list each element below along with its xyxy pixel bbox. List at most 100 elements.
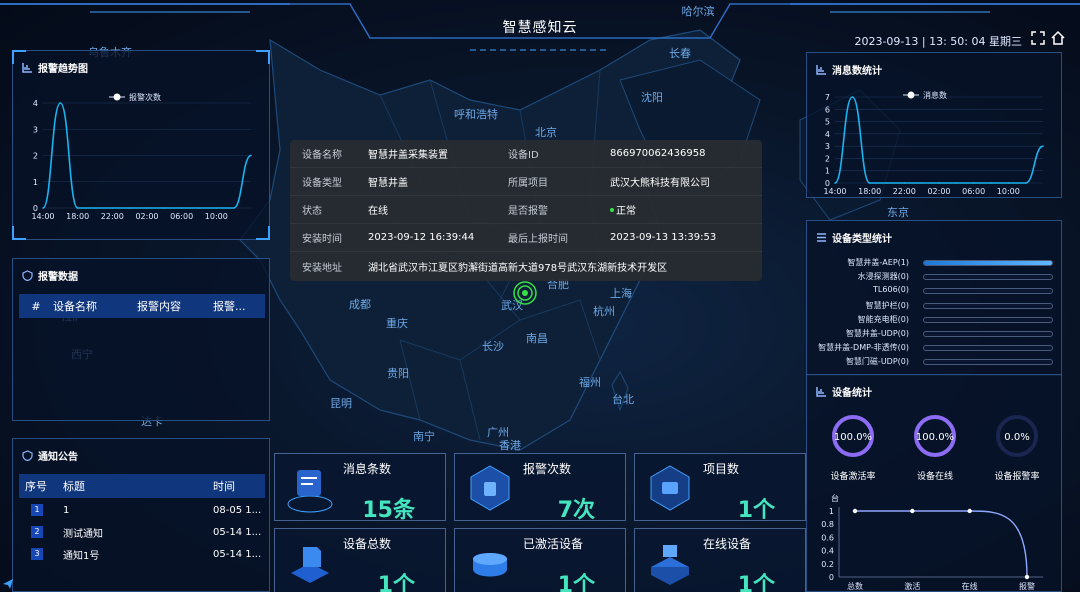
y-tick-label: 4 [825,130,830,139]
device-type-label: 智慧井盖-DMP-非透传(0) [818,343,909,353]
stat-label: 设备总数 [343,537,392,551]
device-type-bar [923,345,1053,352]
alarm-table-header: # 设备名称 报警内容 报警... [19,294,265,318]
y-tick-label: 0.8 [821,520,834,529]
map-label: 南宁 [413,430,435,443]
device-type-title: 设备类型统计 [832,234,892,245]
map-label: 台北 [612,393,634,406]
alarm-data-header: 报警数据 [22,268,78,283]
data-point [972,182,975,184]
stat-card-projects[interactable]: 项目数 1个 [634,453,806,523]
dashboard: 哈尔滨长春乌鲁木齐沈阳呼和浩特北京东京合肥上海成都武汉杭州重庆南昌长沙贵阳福州昆… [0,0,1080,592]
y-tick-label: 2 [33,152,38,161]
notice-row-no: 2 [31,526,43,538]
stat-value: 15条 [362,498,415,523]
chart-icon [816,387,826,397]
notice-row-no: 3 [31,548,43,560]
x-tick-label: 14:00 [823,187,846,196]
map-label: 长沙 [482,340,504,353]
home-icon[interactable] [1050,30,1066,46]
device-marker[interactable] [512,280,538,306]
device-type-label: 智能充电柜(0) [857,314,909,324]
stat-value: 1个 [377,573,415,592]
stat-card-alarms[interactable]: 报警次数 7次 [454,453,626,523]
stat-card-online[interactable]: 在线设备 1个 [634,528,806,592]
data-point [146,207,148,209]
data-point [910,508,915,514]
data-point [990,182,992,184]
data-point [232,207,235,209]
y-tick-label: 4 [33,99,38,108]
stat-card-messages[interactable]: 消息条数 15条 [274,453,446,523]
map-label: 沈阳 [641,91,663,104]
map-label: 南昌 [526,332,548,345]
popup-key: 设备名称 [302,150,342,161]
fullscreen-icon[interactable] [1030,30,1046,46]
y-tick-label: 0.2 [821,560,834,569]
data-point [76,207,79,209]
alarm-trend-chart: 0123414:00 18:00 22:00 02:00 06:00 10:00报警次数 [31,92,252,221]
list-icon [817,233,826,242]
notice-row[interactable]: 3 通知1号 05-14 1... [19,543,265,565]
col-alarm-content: 报警内容 [137,300,181,313]
alarm-hex-icon [470,465,510,511]
data-point [111,207,114,209]
stat-card-activated[interactable]: 已激活设备 1个 [454,528,626,592]
notice-row[interactable]: 2 测试通知 05-14 1... [19,521,265,543]
alarm-trend-header: 报警趋势图 [22,60,88,75]
notice-row-time: 05-14 1... [213,548,262,560]
device-type-bar [923,359,1053,366]
x-tick-label: 06:00 [170,212,193,221]
device-stats-header: 设备统计 [816,384,872,399]
shield-icon [22,270,33,281]
y-tick-label: 3 [825,142,830,151]
x-tick-label: 22:00 [893,187,916,196]
data-point [886,182,888,184]
x-tick-label: 02:00 [135,212,158,221]
stat-card-devices[interactable]: 设备总数 1个 [274,528,446,592]
gauge-value: 0.0% [1004,432,1029,443]
data-point [834,182,836,184]
popup-value: 2023-09-12 16:39:44 [368,232,475,243]
y-tick-label: 6 [825,105,830,114]
notice-panel: 通知公告 序号 标题 时间 1 1 08-05 1... 2 测试通知 05-1… [12,438,270,592]
notice-table-header: 序号 标题 时间 [19,474,265,498]
stat-value: 7次 [557,498,595,523]
y-tick-label: 1 [33,178,38,187]
popup-key: 最后上报时间 [508,234,568,245]
notice-row[interactable]: 1 1 08-05 1... [19,499,265,521]
device-type-bar-fill [924,261,1052,265]
data-point [1024,574,1030,580]
map-label: 重庆 [386,317,408,330]
datetime: 2023-09-13 | 13: 50: 04 星期三 [854,35,1022,48]
popup-value: 2023-09-13 13:39:53 [610,232,717,243]
send-icon[interactable] [2,578,14,590]
map-label: 北京 [535,126,557,139]
message-cube-icon [287,470,333,513]
col-device-name: 设备名称 [53,300,97,313]
map-label: 香港 [499,439,521,452]
x-tick-label: 激活 [904,581,920,591]
map-label: 东京 [887,206,909,219]
message-stats-panel: 消息数统计 0 1 2 3 4 5 6 7 14:00 18:00 22:00 02:00 06:00 1… [806,52,1062,198]
status-dot [610,207,614,212]
data-point [163,207,166,209]
device-type-panel: 设备类型统计 智慧井盖-AEP(1) 水浸探测器(0) TL606(0) 智慧护栏(0… [806,220,1062,376]
data-point [851,96,854,98]
device-type-label: 智慧门磁-UDP(0) [845,357,909,367]
x-tick-label: 22:00 [101,212,124,221]
stat-label: 在线设备 [703,537,752,551]
popup-key: 安装时间 [302,234,342,245]
popup-key: 安装地址 [302,262,342,274]
col-title: 标题 [63,480,85,493]
chart-icon [816,65,826,75]
series-line [834,96,1044,184]
x-tick-label: 10:00 [997,187,1020,196]
series-line [855,510,1028,578]
data-point [1007,182,1010,184]
alarm-trend-title: 报警趋势图 [38,64,88,75]
x-tick-label: 18:00 [858,187,881,196]
x-tick-label: 06:00 [962,187,985,196]
device-type-label: 智慧护栏(0) [865,300,909,310]
map-label: 昆明 [330,397,352,410]
